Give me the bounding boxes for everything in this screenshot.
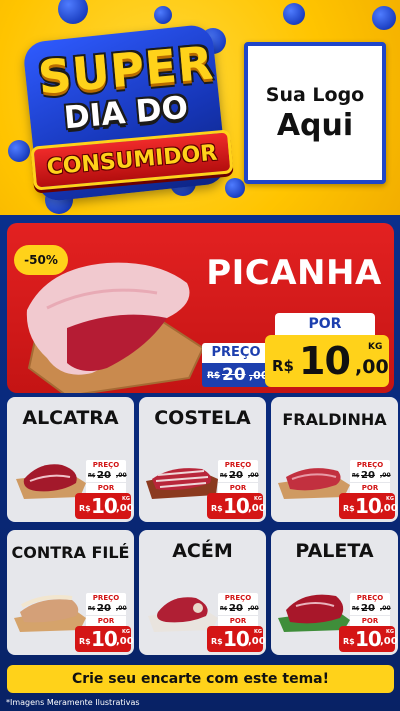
- product-price: R$ 10 ,00 KG: [75, 493, 134, 519]
- old-price-value: 20: [361, 603, 375, 614]
- product-price: R$ 10 ,00 KG: [207, 626, 266, 652]
- price-currency: R$: [79, 637, 91, 646]
- old-price-currency: R$: [352, 473, 360, 479]
- product-name: CONTRA FILÉ: [11, 543, 130, 562]
- price-value: 10: [355, 627, 382, 651]
- coin-icon: [58, 0, 88, 24]
- price-unit: KG: [386, 496, 394, 502]
- old-price: R$ 20 ,00: [350, 603, 391, 615]
- price-value: 10: [355, 494, 382, 518]
- coin-icon: [372, 6, 396, 30]
- product-name: PALETA: [295, 540, 374, 562]
- product-card: ACÉM PREÇO R$ 20 ,00 POR R$ 10 ,00 KG: [139, 530, 266, 655]
- old-price-currency: R$: [220, 606, 228, 612]
- price-currency: R$: [79, 504, 91, 513]
- product-card: CONTRA FILÉ PREÇO R$ 20 ,00 POR R$ 10 ,0…: [7, 530, 134, 655]
- price-currency: R$: [211, 504, 223, 513]
- product-card: FRALDINHA PREÇO R$ 20 ,00 POR R$ 10 ,00 …: [271, 397, 398, 522]
- old-price: R$ 20 ,00: [86, 470, 127, 482]
- price-currency: R$: [211, 637, 223, 646]
- old-price-value: 20: [361, 470, 375, 481]
- price-currency: R$: [343, 504, 355, 513]
- product-card: PALETA PREÇO R$ 20 ,00 POR R$ 10 ,00 KG: [271, 530, 398, 655]
- product-name: FRALDINHA: [282, 410, 387, 429]
- product-price: R$ 10 ,00 KG: [339, 626, 398, 652]
- price-cents: ,00: [116, 636, 134, 647]
- new-price-label: POR: [86, 616, 126, 626]
- price-value: 10: [223, 627, 250, 651]
- price-unit: KG: [254, 629, 262, 635]
- old-price-value: 20: [97, 470, 111, 481]
- price-cents: ,00: [248, 503, 266, 514]
- old-price: R$ 20 ,00: [202, 363, 270, 387]
- old-price-currency: R$: [220, 473, 228, 479]
- old-price-currency: R$: [88, 606, 96, 612]
- price-value: 10: [299, 339, 351, 383]
- header-banner: SUPER DIA DO CONSUMIDOR Sua Logo Aqui: [0, 0, 400, 215]
- price-currency: R$: [272, 357, 294, 375]
- old-price-value: 20: [222, 365, 246, 385]
- new-price-label: POR: [275, 313, 375, 335]
- product-name: ALCATRA: [22, 407, 119, 429]
- old-price-cents: ,00: [248, 472, 259, 479]
- cta-button[interactable]: Crie seu encarte com este tema!: [7, 665, 394, 693]
- price-cents: ,00: [248, 636, 266, 647]
- price-value: 10: [91, 627, 118, 651]
- old-price-value: 20: [229, 603, 243, 614]
- new-price-label: POR: [350, 483, 390, 493]
- coin-icon: [283, 3, 305, 25]
- old-price-value: 20: [97, 603, 111, 614]
- old-price-currency: R$: [352, 606, 360, 612]
- price-cents: ,00: [380, 503, 398, 514]
- old-price-currency: R$: [207, 371, 221, 381]
- old-price-label: PREÇO: [202, 343, 270, 363]
- old-price: R$ 20 ,00: [350, 470, 391, 482]
- featured-product-card: -50% PICANHA PREÇO R$ 20 ,00 POR R$ 10 ,…: [7, 223, 394, 393]
- price-value: 10: [91, 494, 118, 518]
- discount-badge: -50%: [14, 245, 68, 275]
- old-price-currency: R$: [88, 473, 96, 479]
- old-price-cents: ,00: [380, 605, 391, 612]
- product-price: R$ 10 ,00 KG: [75, 626, 134, 652]
- product-name: ACÉM: [172, 540, 233, 562]
- old-price: R$ 20 ,00: [86, 603, 127, 615]
- featured-price: R$ 10 ,00 KG: [265, 335, 389, 387]
- event-badge: SUPER DIA DO CONSUMIDOR: [10, 23, 242, 203]
- price-cents: ,00: [355, 356, 389, 378]
- price-cents: ,00: [380, 636, 398, 647]
- offers-section: -50% PICANHA PREÇO R$ 20 ,00 POR R$ 10 ,…: [0, 215, 400, 711]
- product-price: R$ 10 ,00 KG: [339, 493, 398, 519]
- old-price-cents: ,00: [380, 472, 391, 479]
- price-unit: KG: [368, 342, 383, 352]
- product-name: COSTELA: [154, 407, 251, 429]
- new-price-label: POR: [218, 483, 258, 493]
- product-card: ALCATRA PREÇO R$ 20 ,00 POR R$ 10 ,00 KG: [7, 397, 134, 522]
- price-currency: R$: [343, 637, 355, 646]
- logo-placeholder: Sua Logo Aqui: [244, 42, 386, 184]
- product-price: R$ 10 ,00 KG: [207, 493, 266, 519]
- coin-icon: [154, 6, 172, 24]
- price-cents: ,00: [116, 503, 134, 514]
- old-price-cents: ,00: [116, 472, 127, 479]
- old-price: R$ 20 ,00: [218, 603, 259, 615]
- old-price-value: 20: [229, 470, 243, 481]
- price-unit: KG: [254, 496, 262, 502]
- new-price-label: POR: [350, 616, 390, 626]
- old-price-cents: ,00: [116, 605, 127, 612]
- badge-title-consumidor: CONSUMIDOR: [45, 140, 219, 180]
- logo-text-line2: Aqui: [276, 107, 354, 143]
- old-price: R$ 20 ,00: [218, 470, 259, 482]
- product-card: COSTELA PREÇO R$ 20 ,00 POR R$ 10 ,00 KG: [139, 397, 266, 522]
- old-price-cents: ,00: [248, 605, 259, 612]
- disclaimer-text: *Imagens Meramente Ilustrativas: [6, 698, 140, 707]
- featured-product-name: PICANHA: [206, 253, 382, 293]
- price-unit: KG: [122, 496, 130, 502]
- price-unit: KG: [386, 629, 394, 635]
- price-value: 10: [223, 494, 250, 518]
- new-price-label: POR: [86, 483, 126, 493]
- logo-text-line1: Sua Logo: [265, 83, 365, 106]
- price-unit: KG: [122, 629, 130, 635]
- new-price-label: POR: [218, 616, 258, 626]
